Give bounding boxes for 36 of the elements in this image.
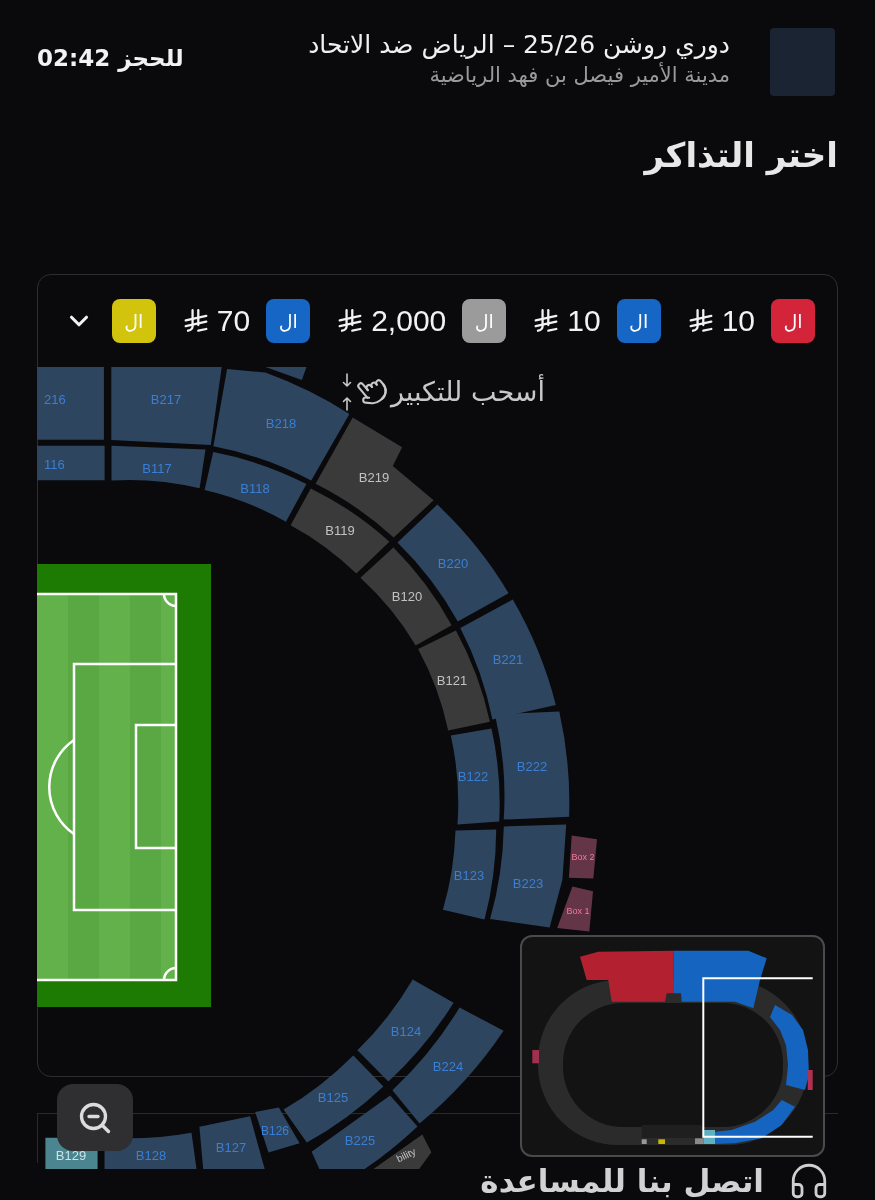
price-text: 2,000 [371, 303, 447, 339]
booking-timer: للحجز 02:42 [37, 44, 184, 74]
riyal-sign-icon [183, 309, 208, 333]
category-badge: ال [616, 299, 661, 343]
seat-section[interactable]: B123 [442, 829, 497, 920]
category-badge: ال [771, 299, 815, 343]
seat-section[interactable]: Box 1 [557, 886, 593, 932]
zoom-out-button[interactable] [57, 1084, 133, 1151]
category-badge: ال [266, 299, 311, 343]
seat-section[interactable]: Box 2 [568, 835, 597, 879]
seat-section[interactable]: 216 [37, 367, 104, 440]
contact-support-link[interactable]: اتصل بنا للمساعدة [480, 1163, 764, 1199]
seat-section[interactable]: B119 [290, 488, 390, 574]
hand-arrows-icon [340, 372, 389, 412]
seat-section[interactable]: B222 [494, 711, 570, 820]
price-text: 10 [567, 303, 601, 339]
price-text: 70 [216, 303, 251, 339]
seat-section[interactable]: B223 [490, 824, 567, 928]
riyal-sign-icon [688, 309, 713, 333]
seat-section[interactable]: B117 [111, 445, 206, 489]
page-heading: اختر التذاكر [644, 134, 838, 177]
riyal-sign-icon [338, 309, 363, 333]
category-badge: ال [111, 299, 156, 343]
seat-section[interactable]: B126 [255, 1107, 300, 1153]
viewport-frame[interactable] [702, 977, 814, 1138]
event-title: دوري روشن 25/26 – الرياض ضد الاتحاد [308, 29, 730, 61]
price-text: 10 [721, 303, 755, 339]
category-badge: ال [462, 299, 507, 343]
event-poster-placeholder [770, 28, 835, 96]
seat-section[interactable]: B118 [204, 452, 307, 522]
seat-section[interactable]: 116 [37, 445, 105, 481]
seat-section[interactable]: B122 [450, 728, 500, 825]
riyal-sign-icon [534, 309, 559, 333]
seat-section[interactable]: B121 [418, 630, 490, 731]
venue-name: مدينة الأمير فيصل بن فهد الرياضية [428, 61, 730, 89]
zoom-hint-text: أسحب للتكبير [390, 374, 545, 410]
